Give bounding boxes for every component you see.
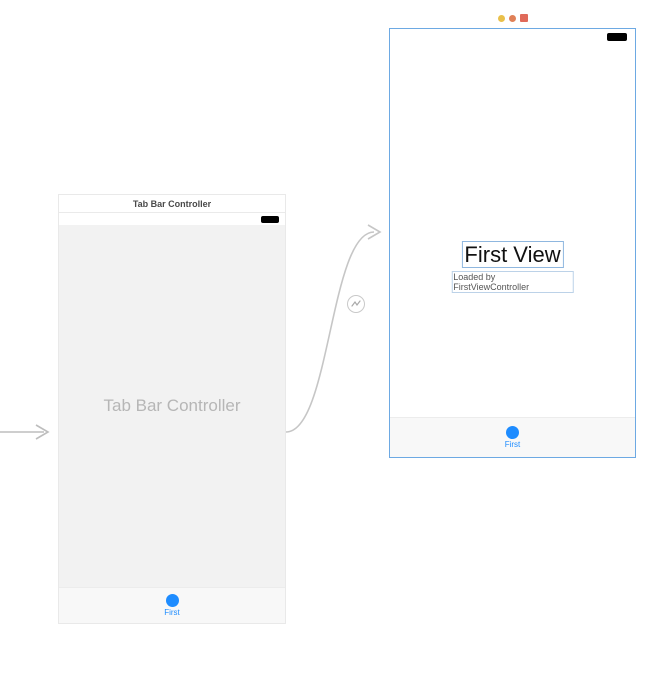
tab-item-label: First [164,608,180,617]
battery-icon [261,216,279,223]
tab-item-dot-icon [506,426,519,439]
scene-selection-titlebar[interactable] [389,11,636,25]
tab-bar-controller-placeholder-label: Tab Bar Controller [103,396,240,416]
battery-icon [607,33,627,41]
tab-item-label: First [505,440,521,449]
tab-item-dot-icon [166,594,179,607]
tab-bar-controller-body[interactable]: Tab Bar Controller [59,225,285,587]
scene-titlebar[interactable]: Tab Bar Controller [59,195,285,213]
scene-first-view[interactable]: First View Loaded by FirstViewController… [389,28,636,458]
tab-bar[interactable]: First [390,417,635,457]
first-view-content[interactable]: First View Loaded by FirstViewController [390,43,635,417]
segue-relationship-icon[interactable] [347,295,365,313]
statusbar [390,29,635,43]
traffic-light-orange-icon[interactable] [509,15,516,22]
scene-tab-bar-controller[interactable]: Tab Bar Controller Tab Bar Controller Fi… [58,194,286,624]
tab-bar[interactable]: First [59,587,285,623]
tab-item-first[interactable]: First [505,426,521,449]
first-view-subtitle-label[interactable]: Loaded by FirstViewController [451,271,574,293]
statusbar [59,213,285,225]
scene-title-label: Tab Bar Controller [133,199,211,209]
traffic-light-red-icon[interactable] [520,14,528,22]
scene-first-view-wrapper: First View Loaded by FirstViewController… [389,11,636,461]
storyboard-canvas[interactable]: Tab Bar Controller Tab Bar Controller Fi… [0,0,646,679]
first-view-title-label[interactable]: First View [461,241,563,268]
traffic-light-yellow-icon[interactable] [498,15,505,22]
tab-item-first[interactable]: First [164,594,180,617]
